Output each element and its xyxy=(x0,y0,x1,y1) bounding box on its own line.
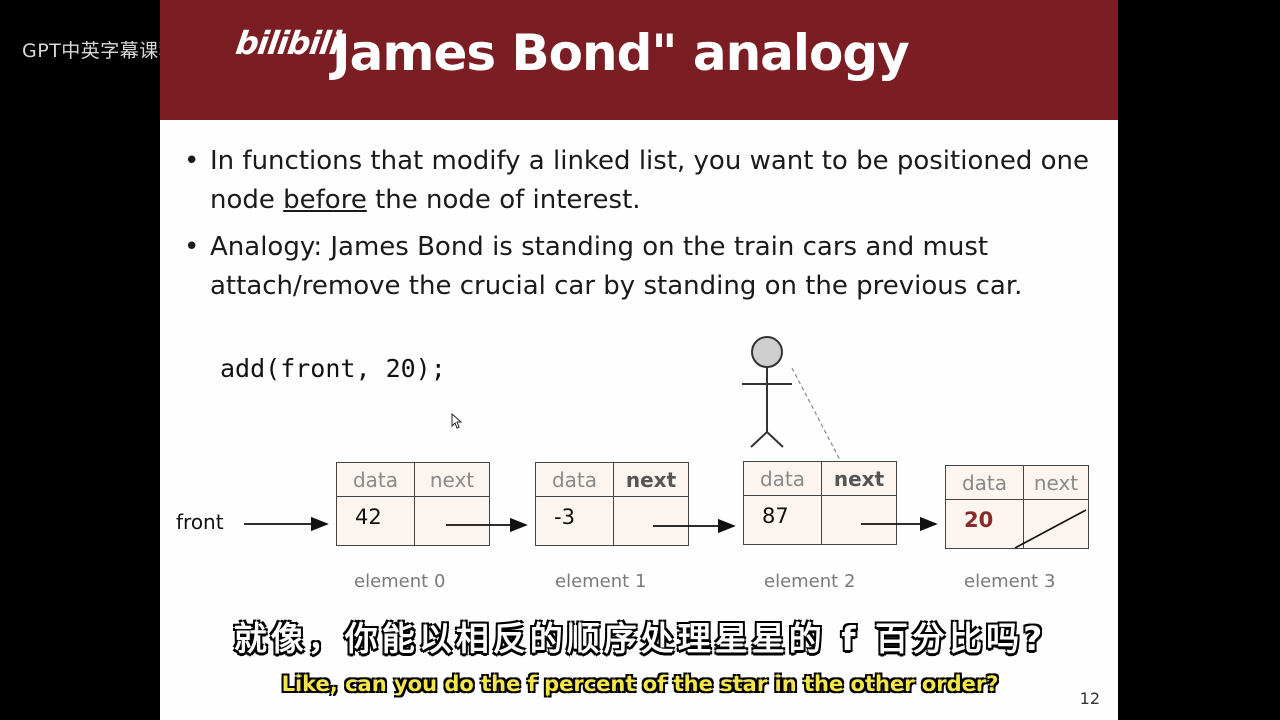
dashed-pointer-line xyxy=(791,367,841,461)
subtitle-chinese: 就像，你能以相反的顺序处理星星的 f 百分比吗? xyxy=(233,619,1047,658)
watermark-channel: GPT中英字幕课程 xyxy=(22,40,179,62)
bilibili-logo: bilibili xyxy=(233,24,343,62)
stick-figure-icon xyxy=(742,336,792,448)
mouse-cursor-icon xyxy=(451,412,463,429)
subtitle-english: Like, can you do the f percent of the st… xyxy=(281,672,999,696)
null-pointer-slash xyxy=(1014,509,1087,549)
